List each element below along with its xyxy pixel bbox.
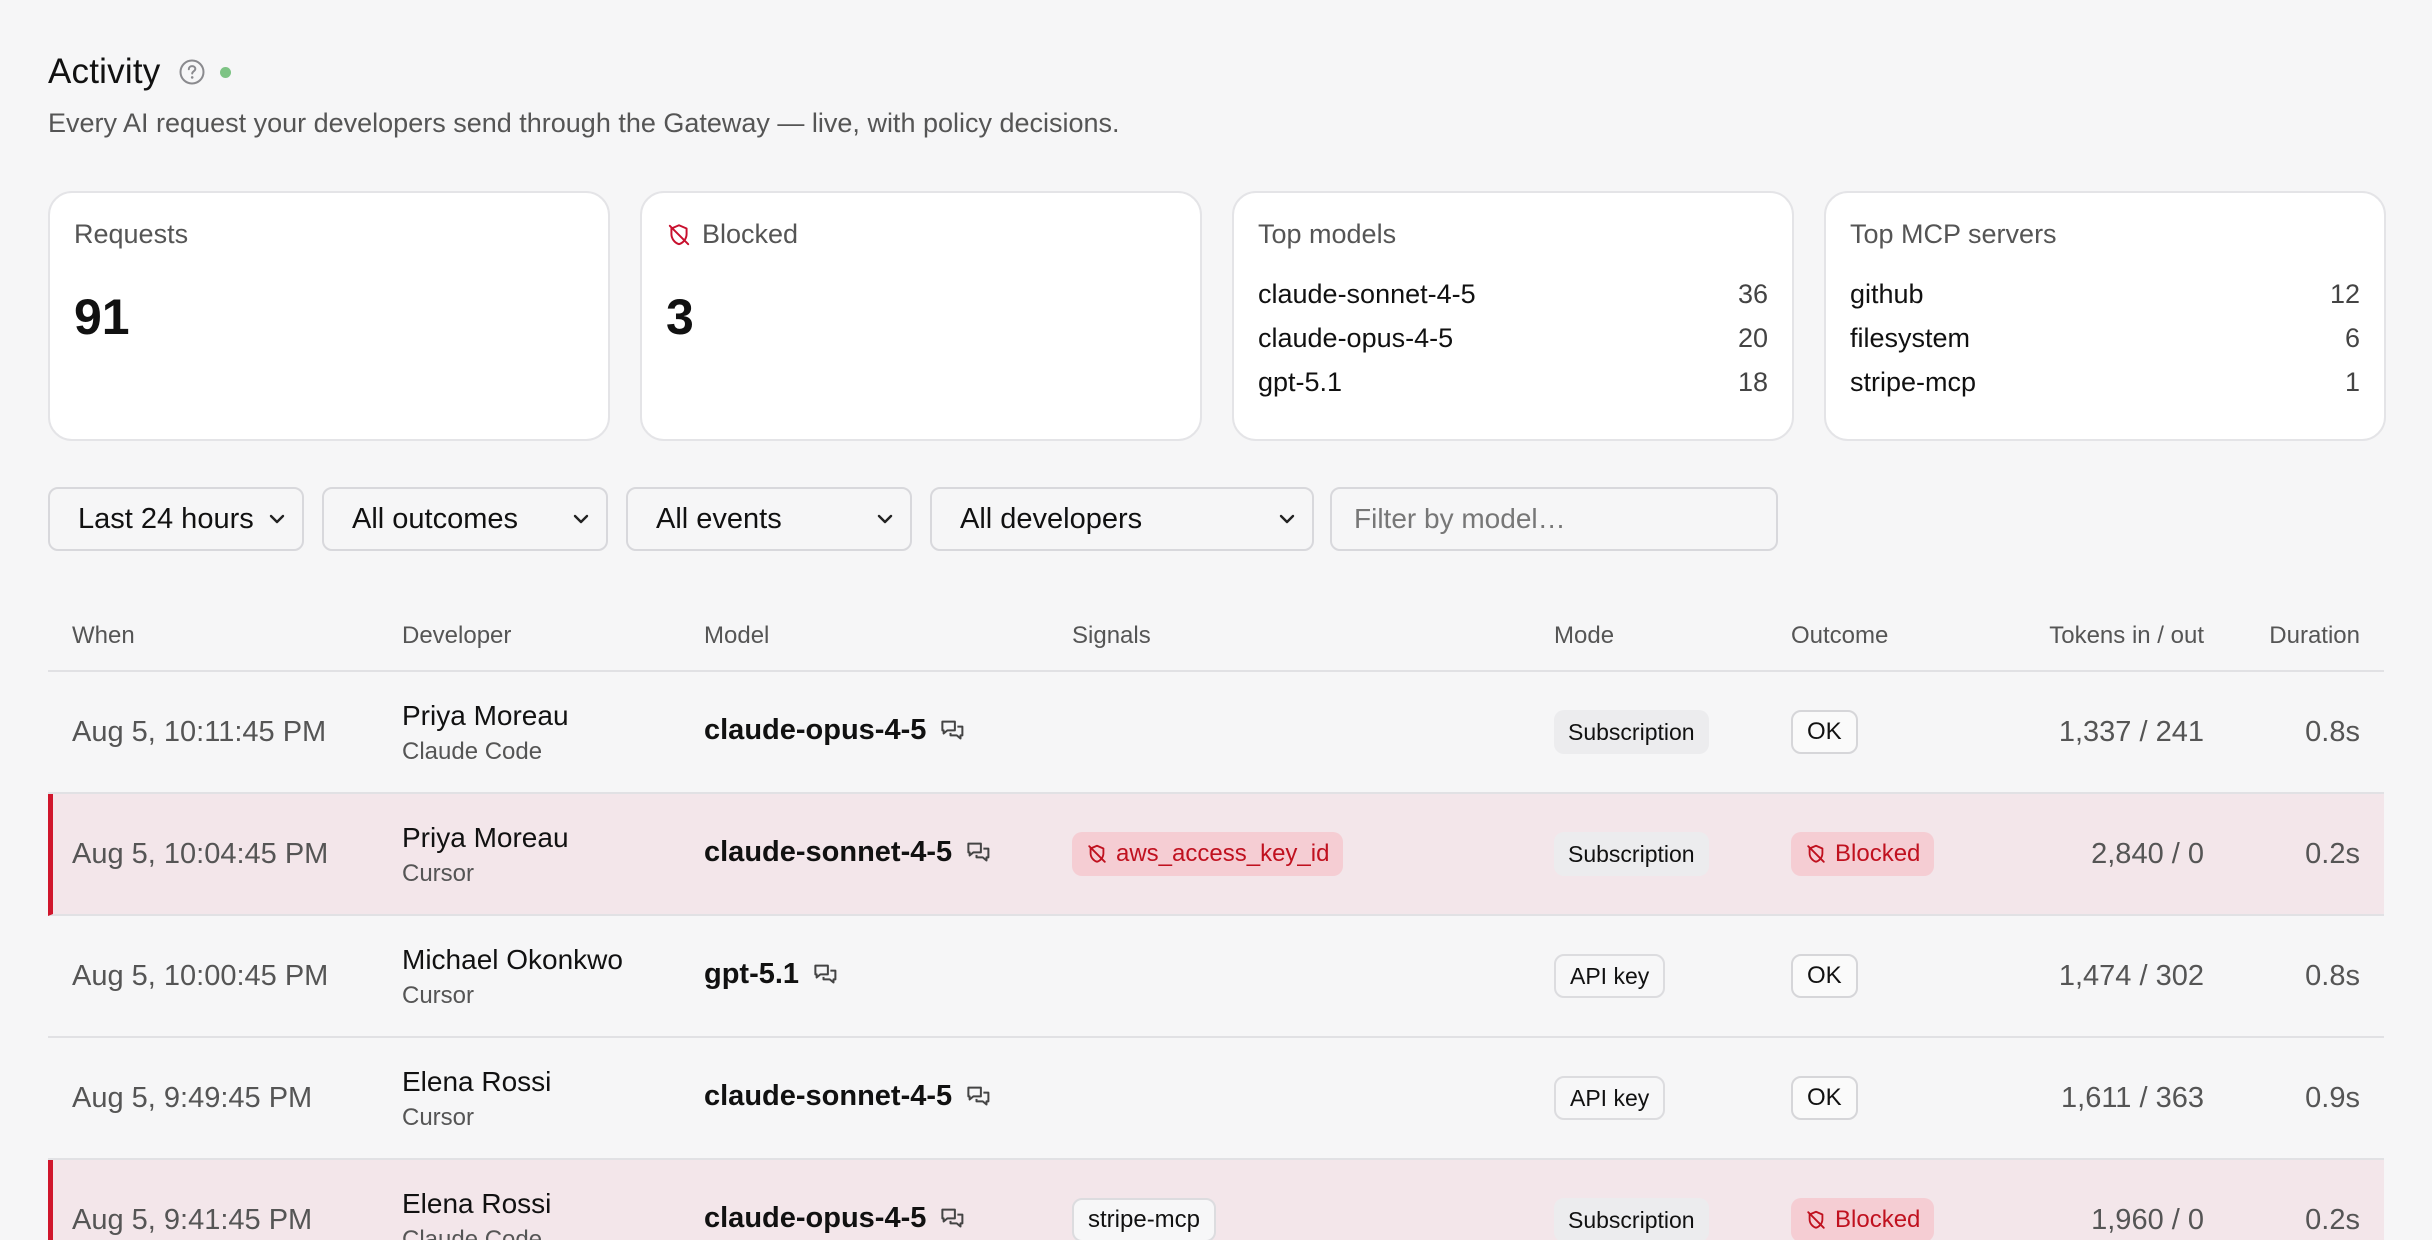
blocked-card: Blocked 3 <box>640 191 1202 441</box>
row-duration: 0.8s <box>2305 716 2360 748</box>
top-models-card: Top models claude-sonnet-4-5 36 claude-op… <box>1232 191 1794 441</box>
row-when: Aug 5, 10:00:45 PM <box>72 960 329 992</box>
requests-card: Requests 91 <box>48 191 610 441</box>
row-when: Aug 5, 10:11:45 PM <box>72 716 327 748</box>
row-developer: Priya Moreau Cursor <box>402 822 569 887</box>
table-row[interactable]: Aug 5, 9:49:45 PM Elena Rossi Cursor cla… <box>48 1038 2384 1160</box>
outcome-badge: Blocked <box>1791 832 1935 876</box>
developer-select[interactable]: All developers <box>930 487 1314 551</box>
row-developer: Priya Moreau Claude Code <box>402 700 569 765</box>
column-tokens[interactable]: Tokens in / out <box>2049 622 2204 650</box>
model-filter-input[interactable]: Filter by model… <box>1330 487 1778 551</box>
column-outcome[interactable]: Outcome <box>1791 622 1888 650</box>
chevron-down-icon <box>1279 514 1295 524</box>
event-select[interactable]: All events <box>626 487 912 551</box>
row-tokens: 1,960 / 0 <box>2091 1204 2204 1236</box>
chevron-down-icon <box>269 514 285 524</box>
outcome-select[interactable]: All outcomes <box>322 487 608 551</box>
list-item: claude-sonnet-4-5 36 <box>1258 279 1768 309</box>
chevron-down-icon <box>573 514 589 524</box>
row-developer: Michael Okonkwo Cursor <box>402 944 623 1009</box>
outcome-badge: OK <box>1791 954 1858 998</box>
chat-bubbles-icon[interactable] <box>938 716 968 746</box>
row-when: Aug 5, 10:04:45 PM <box>72 838 329 870</box>
table-header: When Developer Model Signals Mode Outcom… <box>48 600 2384 672</box>
row-duration: 0.2s <box>2305 1204 2360 1236</box>
row-when: Aug 5, 9:49:45 PM <box>72 1082 313 1114</box>
chat-bubbles-icon[interactable] <box>811 960 841 990</box>
page-title: Activity <box>48 52 161 91</box>
mode-badge: Subscription <box>1554 832 1709 876</box>
chevron-down-icon <box>877 514 893 524</box>
list-item: gpt-5.1 18 <box>1258 367 1768 397</box>
column-when[interactable]: When <box>72 622 135 650</box>
row-model: claude-opus-4-5 <box>704 1202 968 1235</box>
top-models-list: claude-sonnet-4-5 36 claude-opus-4-5 20 gp… <box>1258 272 1768 404</box>
row-developer: Elena Rossi Claude Code <box>402 1188 552 1240</box>
row-model: claude-sonnet-4-5 <box>704 836 994 869</box>
time-range-select[interactable]: Last 24 hours <box>48 487 304 551</box>
table-row[interactable]: Aug 5, 9:41:45 PM Elena Rossi Claude Cod… <box>48 1160 2384 1240</box>
mode-badge: API key <box>1554 1076 1666 1120</box>
list-item: claude-opus-4-5 20 <box>1258 323 1768 353</box>
row-tokens: 1,611 / 363 <box>2061 1082 2204 1114</box>
top-mcp-card: Top MCP servers github 12 filesystem 6 str… <box>1824 191 2386 441</box>
row-developer: Elena Rossi Cursor <box>402 1066 552 1131</box>
mode-badge: Subscription <box>1554 1198 1709 1240</box>
top-mcp-label: Top MCP servers <box>1850 219 2057 249</box>
chat-bubbles-icon[interactable] <box>938 1204 968 1234</box>
table-row[interactable]: Aug 5, 10:00:45 PM Michael Okonkwo Curso… <box>48 916 2384 1038</box>
requests-label: Requests <box>74 219 189 249</box>
top-mcp-list: github 12 filesystem 6 stripe-mcp 1 <box>1850 272 2360 404</box>
outcome-badge: OK <box>1791 710 1858 754</box>
list-item: filesystem 6 <box>1850 323 2360 353</box>
row-model: claude-sonnet-4-5 <box>704 1080 994 1113</box>
shield-off-icon <box>1088 844 1106 863</box>
column-duration[interactable]: Duration <box>2269 622 2360 650</box>
column-model[interactable]: Model <box>704 622 769 650</box>
row-model: gpt-5.1 <box>704 958 841 991</box>
row-duration: 0.2s <box>2305 838 2360 870</box>
column-mode[interactable]: Mode <box>1554 622 1614 650</box>
stats-cards: Requests 91 Blocked 3 Top models claude-… <box>48 191 2386 441</box>
shield-off-icon <box>668 223 690 245</box>
live-status-dot <box>220 66 232 78</box>
row-duration: 0.9s <box>2305 1082 2360 1114</box>
requests-value: 91 <box>74 289 130 345</box>
row-tokens: 1,337 / 241 <box>2058 716 2204 748</box>
row-tokens: 2,840 / 0 <box>2091 838 2204 870</box>
filter-bar: Last 24 hours All outcomes All events Al… <box>48 487 1778 551</box>
mode-badge: Subscription <box>1554 710 1709 754</box>
activity-table: When Developer Model Signals Mode Outcom… <box>48 600 2384 1240</box>
table-row[interactable]: Aug 5, 10:11:45 PM Priya Moreau Claude C… <box>48 672 2384 794</box>
help-circle-icon[interactable] <box>178 58 206 86</box>
shield-off-icon <box>1807 1210 1825 1229</box>
column-signals[interactable]: Signals <box>1072 622 1151 650</box>
blocked-label: Blocked <box>702 219 799 249</box>
mode-badge: API key <box>1554 954 1666 998</box>
top-models-label: Top models <box>1258 219 1397 249</box>
signal-badge: aws_access_key_id <box>1072 832 1344 876</box>
chat-bubbles-icon[interactable] <box>964 1082 994 1112</box>
list-item: github 12 <box>1850 279 2360 309</box>
column-developer[interactable]: Developer <box>402 622 511 650</box>
row-when: Aug 5, 9:41:45 PM <box>72 1204 313 1236</box>
shield-off-icon <box>1807 844 1825 863</box>
blocked-value: 3 <box>666 289 694 345</box>
page-subtitle: Every AI request your developers send th… <box>48 108 1120 138</box>
page-header: Activity <box>48 52 232 92</box>
row-model: claude-opus-4-5 <box>704 714 968 747</box>
chat-bubbles-icon[interactable] <box>964 838 994 868</box>
list-item: stripe-mcp 1 <box>1850 367 2360 397</box>
table-row[interactable]: Aug 5, 10:04:45 PM Priya Moreau Cursor c… <box>48 794 2384 916</box>
signal-badge: stripe-mcp <box>1072 1198 1217 1240</box>
row-duration: 0.8s <box>2305 960 2360 992</box>
outcome-badge: Blocked <box>1791 1198 1935 1240</box>
outcome-badge: OK <box>1791 1076 1858 1120</box>
row-tokens: 1,474 / 302 <box>2058 960 2204 992</box>
